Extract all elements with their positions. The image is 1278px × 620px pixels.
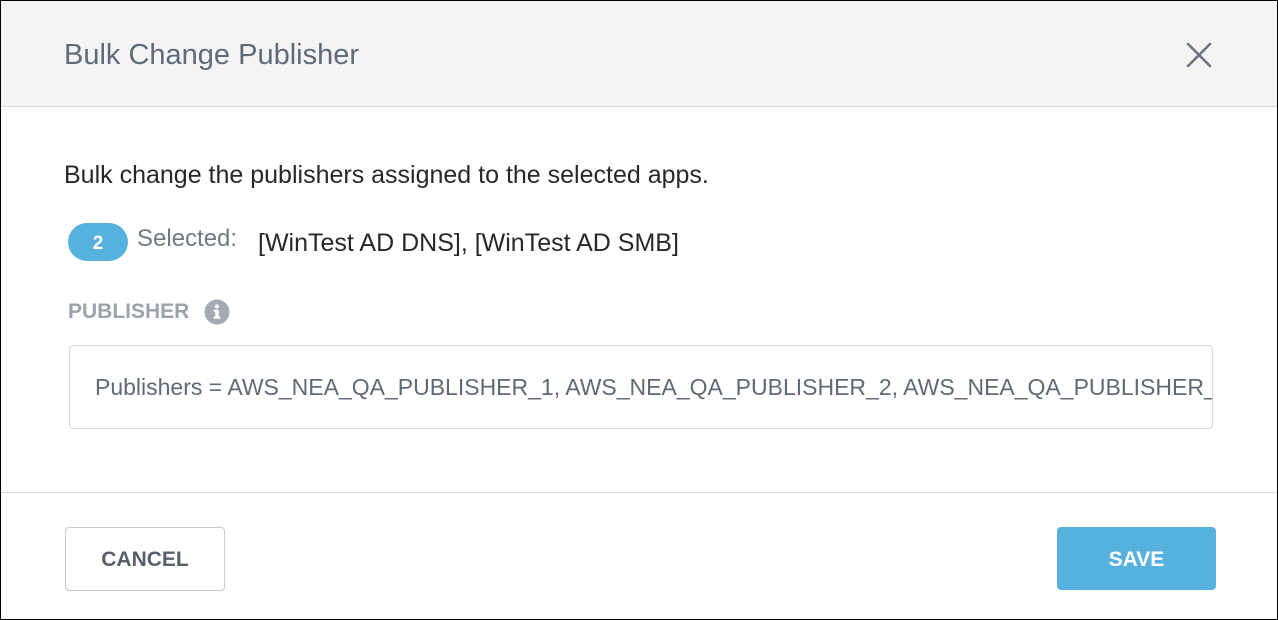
info-icon-button[interactable] [204, 299, 230, 325]
dialog-header: Bulk Change Publisher [1, 1, 1277, 107]
dialog-title: Bulk Change Publisher [64, 39, 360, 71]
bulk-change-publisher-dialog: Bulk Change Publisher Bulk change the pu… [0, 0, 1278, 620]
selected-count-badge: 2 [68, 223, 128, 261]
cancel-button[interactable]: CANCEL [65, 527, 225, 591]
selected-apps-list: [WinTest AD DNS], [WinTest AD SMB] [258, 229, 679, 257]
footer-divider [1, 492, 1277, 493]
save-button[interactable]: SAVE [1057, 527, 1216, 590]
publisher-input[interactable]: Publishers = AWS_NEA_QA_PUBLISHER_1, AWS… [69, 345, 1213, 429]
dialog-description: Bulk change the publishers assigned to t… [64, 161, 709, 189]
publisher-input-value: Publishers = AWS_NEA_QA_PUBLISHER_1, AWS… [95, 374, 1213, 400]
selected-label: Selected: [137, 225, 238, 252]
info-icon [204, 299, 230, 325]
close-button[interactable] [1181, 37, 1217, 73]
close-icon [1186, 42, 1212, 68]
publisher-label: PUBLISHER [68, 300, 190, 323]
